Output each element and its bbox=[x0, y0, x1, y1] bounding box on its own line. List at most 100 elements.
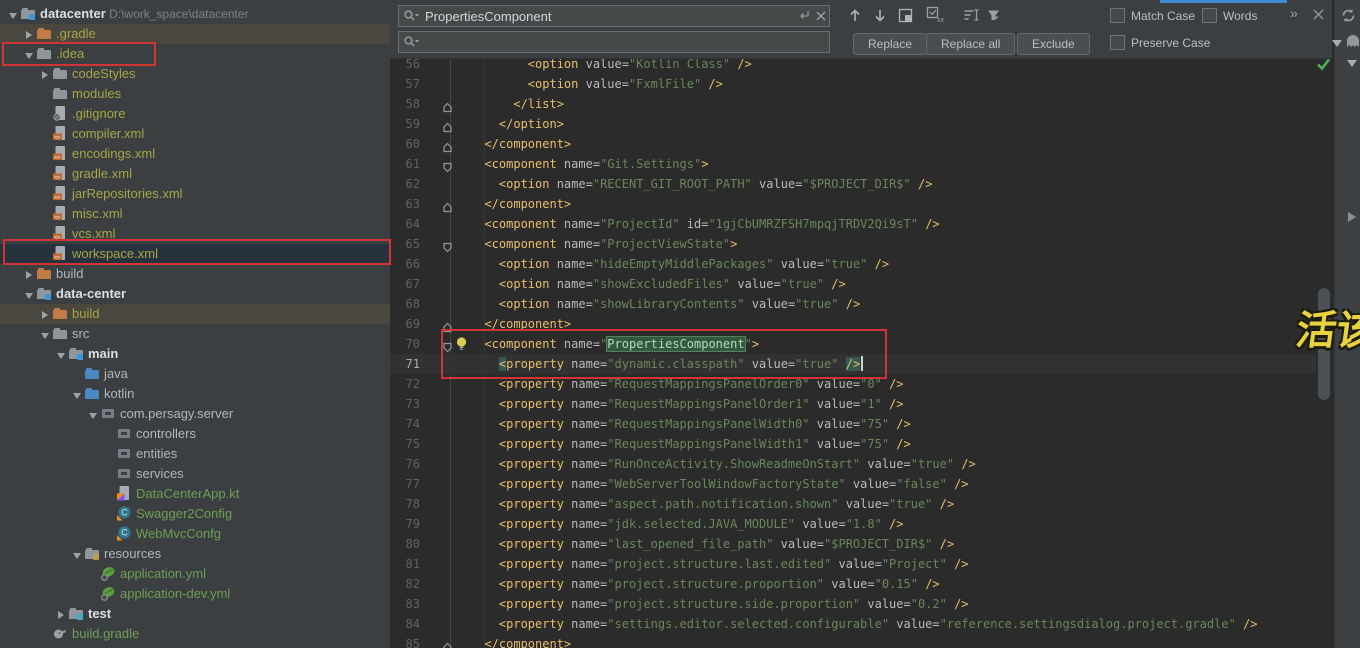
next-occurrence-icon[interactable] bbox=[873, 8, 887, 28]
code-line-63[interactable]: 63 </component> bbox=[390, 194, 1316, 214]
code-line-59[interactable]: 59 </option> bbox=[390, 114, 1316, 134]
tree-expand-arrow-icon[interactable] bbox=[38, 305, 52, 325]
code-line-69[interactable]: 69 </component> bbox=[390, 314, 1316, 334]
tree-row-vcs.xml[interactable]: <>vcs.xml bbox=[0, 224, 390, 244]
tree-collapse-arrow-icon[interactable] bbox=[70, 385, 84, 405]
tree-row-controllers[interactable]: controllers bbox=[0, 424, 390, 444]
code-line-76[interactable]: 76 <property name="RunOnceActivity.ShowR… bbox=[390, 454, 1316, 474]
expand-panel-arrow-icon[interactable] bbox=[1348, 209, 1356, 227]
code-line-70[interactable]: 70 <component name="PropertiesComponent"… bbox=[390, 334, 1316, 354]
tree-row-build[interactable]: build bbox=[0, 264, 390, 284]
tree-row-test[interactable]: test bbox=[0, 604, 390, 624]
tree-row-datacenter[interactable]: datacenter D:\work_space\datacenter bbox=[0, 4, 390, 24]
tree-row-application-dev.yml[interactable]: application-dev.yml bbox=[0, 584, 390, 604]
search-filter-funnel-icon[interactable] bbox=[986, 8, 1004, 29]
tree-row-resources[interactable]: resources bbox=[0, 544, 390, 564]
tree-row-encodings.xml[interactable]: <>encodings.xml bbox=[0, 144, 390, 164]
code-line-71[interactable]: 71 <property name="dynamic.classpath" va… bbox=[390, 354, 1316, 374]
more-options-chevron[interactable]: » bbox=[1290, 5, 1298, 21]
tree-expand-arrow-icon[interactable] bbox=[54, 605, 68, 625]
previous-occurrence-icon[interactable] bbox=[848, 8, 862, 28]
search-icon[interactable] bbox=[403, 9, 420, 28]
preserve-case-box[interactable] bbox=[1110, 35, 1125, 50]
clear-search-icon[interactable] bbox=[815, 9, 827, 27]
code-line-61[interactable]: 61 <component name="Git.Settings"> bbox=[390, 154, 1316, 174]
tree-row-WebMvcConfg[interactable]: CWebMvcConfg bbox=[0, 524, 390, 544]
code-line-62[interactable]: 62 <option name="RECENT_GIT_ROOT_PATH" v… bbox=[390, 174, 1316, 194]
code-editor[interactable]: 56 <option value="Kotlin Class" />57 <op… bbox=[390, 0, 1316, 648]
code-line-57[interactable]: 57 <option value="FxmlFile" /> bbox=[390, 74, 1316, 94]
tree-row-application.yml[interactable]: application.yml bbox=[0, 564, 390, 584]
code-line-65[interactable]: 65 <component name="ProjectViewState"> bbox=[390, 234, 1316, 254]
match-case-box[interactable] bbox=[1110, 8, 1125, 23]
tree-collapse-arrow-icon[interactable] bbox=[86, 405, 100, 425]
dropdown-arrow-icon-2[interactable] bbox=[1347, 54, 1357, 72]
intention-bulb-icon[interactable] bbox=[454, 336, 469, 357]
tree-row-build[interactable]: build bbox=[0, 304, 390, 324]
replace-button[interactable]: Replace bbox=[853, 33, 927, 55]
code-line-80[interactable]: 80 <property name="last_opened_file_path… bbox=[390, 534, 1316, 554]
code-line-66[interactable]: 66 <option name="hideEmptyMiddlePackages… bbox=[390, 254, 1316, 274]
replace-input[interactable] bbox=[423, 32, 797, 52]
code-line-68[interactable]: 68 <option name="showLibraryContents" va… bbox=[390, 294, 1316, 314]
code-line-67[interactable]: 67 <option name="showExcludedFiles" valu… bbox=[390, 274, 1316, 294]
tree-row-com.persagy.server[interactable]: com.persagy.server bbox=[0, 404, 390, 424]
tree-expand-arrow-icon[interactable] bbox=[38, 65, 52, 85]
replace-all-button[interactable]: Replace all bbox=[926, 33, 1015, 55]
tree-row-main[interactable]: main bbox=[0, 344, 390, 364]
newline-icon[interactable] bbox=[797, 9, 811, 28]
replace-field[interactable] bbox=[398, 31, 830, 53]
dropdown-arrow-icon[interactable] bbox=[1332, 34, 1342, 52]
code-line-85[interactable]: 85 </component> bbox=[390, 634, 1316, 648]
close-search-icon[interactable] bbox=[1312, 8, 1325, 26]
select-all-occurrences-icon[interactable]: xx bbox=[926, 6, 946, 29]
tree-row-build.gradle[interactable]: build.gradle bbox=[0, 624, 390, 644]
tree-row-services[interactable]: services bbox=[0, 464, 390, 484]
code-line-74[interactable]: 74 <property name="RequestMappingsPanelW… bbox=[390, 414, 1316, 434]
match-case-checkbox[interactable]: Match Case bbox=[1110, 8, 1195, 23]
tree-collapse-arrow-icon[interactable] bbox=[54, 345, 68, 365]
code-line-64[interactable]: 64 <component name="ProjectId" id="1gjCb… bbox=[390, 214, 1316, 234]
tree-row-workspace.xml[interactable]: <>workspace.xml bbox=[0, 244, 390, 264]
code-line-83[interactable]: 83 <property name="project.structure.sid… bbox=[390, 594, 1316, 614]
ghost-icon[interactable] bbox=[1344, 32, 1360, 55]
words-box[interactable] bbox=[1202, 8, 1217, 23]
exclude-button[interactable]: Exclude bbox=[1017, 33, 1090, 55]
tree-row-java[interactable]: java bbox=[0, 364, 390, 384]
tree-row-codeStyles[interactable]: codeStyles bbox=[0, 64, 390, 84]
code-line-75[interactable]: 75 <property name="RequestMappingsPanelW… bbox=[390, 434, 1316, 454]
filter-search-results-icon[interactable] bbox=[963, 8, 980, 28]
tree-collapse-arrow-icon[interactable] bbox=[6, 5, 20, 25]
tree-row-kotlin[interactable]: kotlin bbox=[0, 384, 390, 404]
tree-row-.idea[interactable]: .idea bbox=[0, 44, 390, 64]
tree-row-compiler.xml[interactable]: <>compiler.xml bbox=[0, 124, 390, 144]
code-line-73[interactable]: 73 <property name="RequestMappingsPanelO… bbox=[390, 394, 1316, 414]
tree-expand-arrow-icon[interactable] bbox=[22, 25, 36, 45]
fold-end-marker-icon[interactable] bbox=[442, 639, 453, 648]
tree-collapse-arrow-icon[interactable] bbox=[22, 45, 36, 65]
words-checkbox[interactable]: Words bbox=[1202, 8, 1257, 23]
tree-collapse-arrow-icon[interactable] bbox=[38, 325, 52, 345]
inspections-ok-icon[interactable] bbox=[1316, 57, 1331, 76]
tree-row-modules[interactable]: modules bbox=[0, 84, 390, 104]
code-line-81[interactable]: 81 <property name="project.structure.las… bbox=[390, 554, 1316, 574]
code-line-78[interactable]: 78 <property name="aspect.path.notificat… bbox=[390, 494, 1316, 514]
tree-row-partial[interactable] bbox=[0, 644, 390, 648]
code-line-72[interactable]: 72 <property name="RequestMappingsPanelO… bbox=[390, 374, 1316, 394]
code-line-79[interactable]: 79 <property name="jdk.selected.JAVA_MOD… bbox=[390, 514, 1316, 534]
tree-row-src[interactable]: src bbox=[0, 324, 390, 344]
search-input[interactable] bbox=[423, 6, 797, 26]
code-line-60[interactable]: 60 </component> bbox=[390, 134, 1316, 154]
tree-collapse-arrow-icon[interactable] bbox=[22, 285, 36, 305]
tree-row-misc.xml[interactable]: <>misc.xml bbox=[0, 204, 390, 224]
tree-row-gradle.xml[interactable]: <>gradle.xml bbox=[0, 164, 390, 184]
tree-row-Swagger2Config[interactable]: CSwagger2Config bbox=[0, 504, 390, 524]
code-line-58[interactable]: 58 </list> bbox=[390, 94, 1316, 114]
tree-collapse-arrow-icon[interactable] bbox=[70, 545, 84, 565]
sync-reload-icon[interactable] bbox=[1340, 7, 1357, 29]
preserve-case-checkbox[interactable]: Preserve Case bbox=[1110, 35, 1210, 50]
tree-row-DataCenterApp.kt[interactable]: DataCenterApp.kt bbox=[0, 484, 390, 504]
tree-row-entities[interactable]: entities bbox=[0, 444, 390, 464]
tree-row-jarRepositories.xml[interactable]: <>jarRepositories.xml bbox=[0, 184, 390, 204]
tree-row-data-center[interactable]: data-center bbox=[0, 284, 390, 304]
